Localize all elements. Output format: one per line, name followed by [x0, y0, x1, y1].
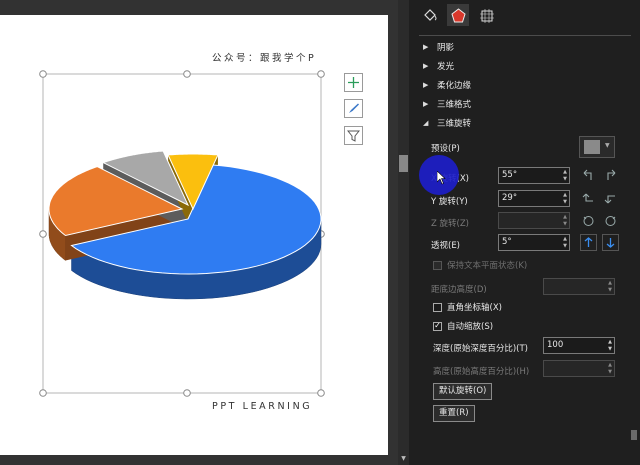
rotate-right-icon[interactable] — [602, 167, 619, 184]
chevron-down-icon: ▼ — [605, 142, 610, 149]
section-label: 发光 — [437, 61, 455, 72]
distance-from-ground-label: 距底边高度(D) — [431, 285, 487, 295]
scroll-thumb[interactable] — [399, 155, 408, 172]
section-soft-edges[interactable]: ▶ 柔化边缘 — [423, 78, 471, 91]
vertical-scrollbar[interactable]: ▼ — [398, 0, 409, 465]
fill-icon — [423, 8, 436, 21]
pane-tabs — [419, 4, 497, 26]
perspective-down-icon[interactable] — [602, 234, 619, 251]
resize-handle[interactable] — [317, 389, 325, 397]
expand-arrow-icon: ▶ — [423, 42, 429, 51]
x-rotation-input[interactable]: 55° ▲ ▼ — [498, 167, 570, 184]
rotate-up-icon[interactable] — [580, 190, 597, 207]
height-input[interactable]: ▲ ▼ — [543, 360, 615, 377]
pane-scrollbar[interactable] — [630, 380, 638, 440]
expand-arrow-icon: ▶ — [423, 80, 429, 89]
spin-arrows-icon[interactable]: ▲ ▼ — [608, 339, 612, 352]
mouse-pointer-icon — [436, 170, 446, 185]
section-shadow[interactable]: ▶ 阴影 — [423, 40, 454, 53]
preset-dropdown[interactable]: ▼ — [579, 136, 615, 158]
y-rotation-value: 29° — [502, 193, 518, 203]
checkbox-label: 直角坐标轴(X) — [447, 303, 502, 313]
resize-handle[interactable] — [39, 230, 47, 238]
resize-handle[interactable] — [39, 70, 47, 78]
section-3d-rotation[interactable]: ◢ 三维旋转 — [423, 116, 471, 129]
depth-label: 深度(原始深度百分比)(T) — [433, 344, 528, 354]
z-rotation-input[interactable]: ▲ ▼ — [498, 212, 570, 229]
collapse-arrow-icon: ◢ — [423, 118, 429, 127]
perspective-up-icon[interactable] — [580, 234, 597, 251]
section-glow[interactable]: ▶ 发光 — [423, 59, 454, 72]
resize-handle[interactable] — [317, 70, 325, 78]
spin-arrows-icon[interactable]: ▲ ▼ — [563, 169, 567, 182]
check-icon[interactable]: ✓ — [433, 321, 442, 331]
right-angle-axes-checkbox[interactable]: 直角坐标轴(X) — [433, 301, 502, 313]
checkbox-label: 自动缩放(S) — [447, 322, 494, 332]
effects-icon — [450, 7, 466, 22]
section-3d-format[interactable]: ▶ 三维格式 — [423, 97, 471, 110]
filter-icon — [347, 130, 360, 142]
checkbox-label: 保持文本平面状态(K) — [447, 261, 528, 271]
depth-value: 100 — [547, 340, 564, 350]
keep-text-flat-checkbox[interactable]: 保持文本平面状态(K) — [433, 259, 527, 271]
section-label: 三维旋转 — [437, 118, 472, 129]
section-label: 三维格式 — [437, 99, 472, 110]
distance-from-ground-input[interactable]: ▲ ▼ — [543, 278, 615, 295]
spin-arrows-icon[interactable]: ▲ ▼ — [563, 236, 567, 249]
format-pane: ▶阴影 ▶发光 ▶柔化边缘 ▶三维格式 ◢三维旋转 预设(P) ▼ X 旋转(X… — [409, 0, 640, 465]
rotate-cw-icon[interactable] — [602, 212, 619, 229]
section-label: 阴影 — [437, 42, 455, 53]
x-rotation-value: 55° — [502, 170, 518, 180]
resize-handle[interactable] — [39, 389, 47, 397]
resize-handle[interactable] — [183, 389, 191, 397]
reset-rotation-button[interactable]: 默认旋转(O) — [433, 383, 493, 400]
tab-size-properties[interactable] — [475, 4, 497, 26]
spin-arrows-icon[interactable]: ▲ ▼ — [608, 280, 612, 293]
spin-arrows-icon[interactable]: ▲ ▼ — [608, 362, 612, 375]
preset-label: 预设(P) — [431, 144, 460, 154]
checkbox-box[interactable] — [433, 260, 442, 270]
spin-arrows-icon[interactable]: ▲ ▼ — [563, 192, 567, 205]
rotate-ccw-icon[interactable] — [580, 212, 597, 229]
rotate-left-icon[interactable] — [580, 167, 597, 184]
brand-label: PPT LEARNING — [212, 401, 313, 412]
plus-icon — [348, 77, 359, 88]
size-icon — [479, 8, 494, 23]
scroll-thumb[interactable] — [631, 430, 637, 440]
expand-arrow-icon: ▶ — [423, 61, 429, 70]
tabs-divider — [419, 35, 631, 36]
brush-icon — [349, 103, 359, 113]
reset-button[interactable]: 重置(R) — [433, 405, 475, 422]
expand-arrow-icon: ▶ — [423, 99, 429, 108]
autoscale-checkbox[interactable]: ✓ 自动缩放(S) — [433, 320, 493, 332]
y-rotation-label: Y 旋转(Y) — [431, 197, 468, 207]
depth-input[interactable]: 100 ▲ ▼ — [543, 337, 615, 354]
resize-handle[interactable] — [183, 70, 191, 78]
scroll-down-icon[interactable]: ▼ — [399, 455, 408, 463]
rotate-down-icon[interactable] — [602, 190, 619, 207]
perspective-label: 透视(E) — [431, 241, 461, 251]
pie-chart[interactable] — [0, 0, 398, 465]
preset-swatch — [584, 140, 600, 154]
checkbox-box[interactable] — [433, 302, 442, 312]
perspective-input[interactable]: 5° ▲ ▼ — [498, 234, 570, 251]
z-rotation-label: Z 旋转(Z) — [431, 219, 469, 229]
chart-filters-button[interactable] — [344, 126, 363, 145]
height-label: 高度(原始高度百分比)(H) — [433, 367, 530, 377]
tab-fill[interactable] — [419, 4, 441, 26]
chart-styles-button[interactable] — [344, 99, 363, 118]
section-label: 柔化边缘 — [437, 80, 472, 91]
y-rotation-input[interactable]: 29° ▲ ▼ — [498, 190, 570, 207]
perspective-value: 5° — [502, 237, 512, 247]
spin-arrows-icon[interactable]: ▲ ▼ — [563, 214, 567, 227]
slide-canvas-area: 公众号：跟我学个P PPT LEARNING — [0, 0, 398, 465]
tab-effects[interactable] — [447, 4, 469, 26]
chart-elements-button[interactable] — [344, 73, 363, 92]
